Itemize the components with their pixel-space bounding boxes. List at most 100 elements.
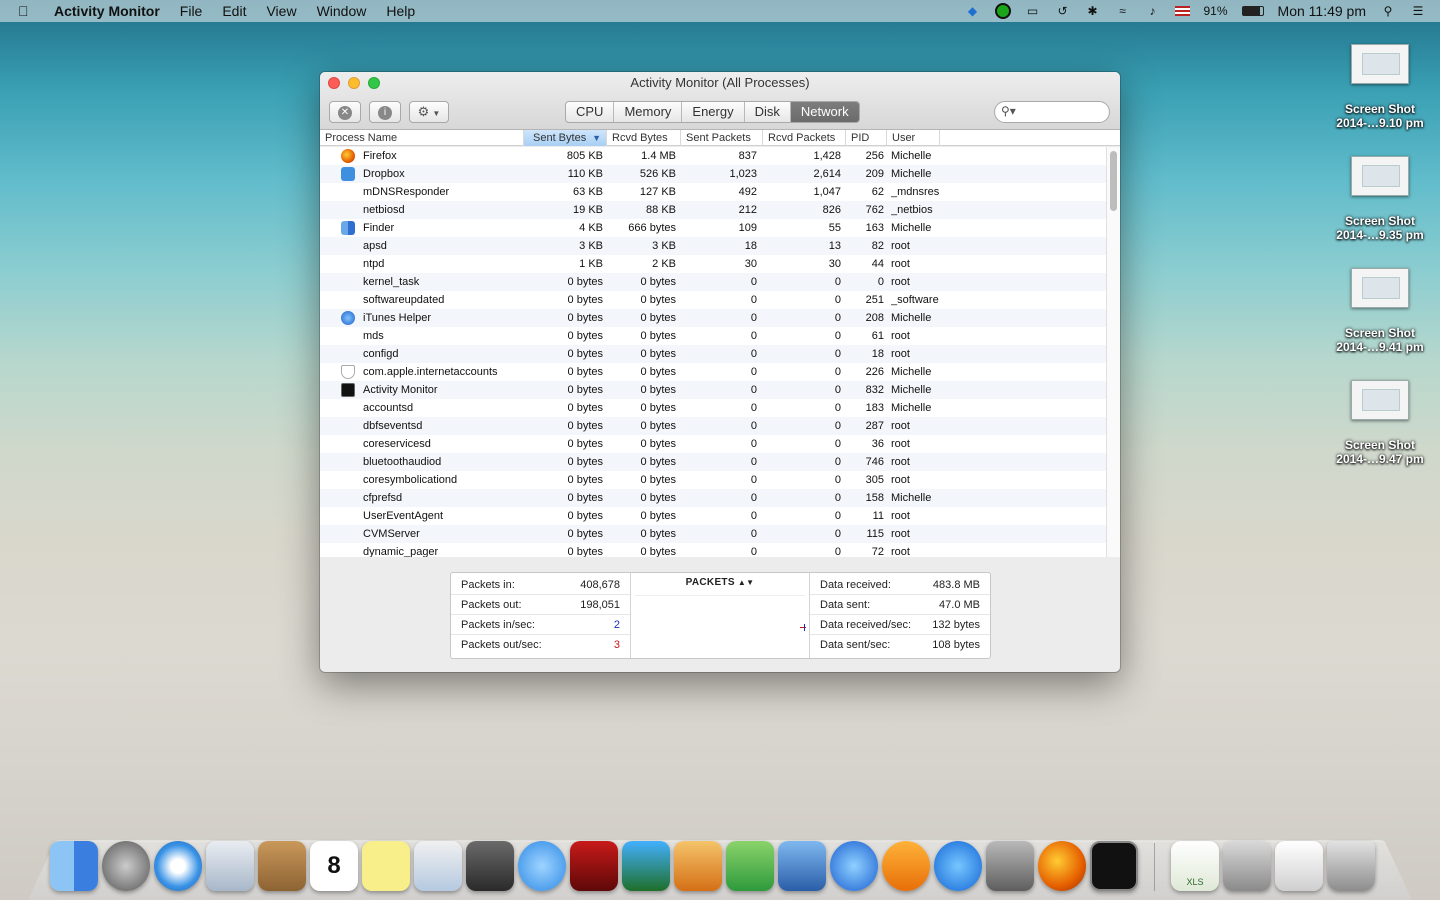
tab-cpu[interactable]: CPU xyxy=(566,102,615,122)
packets-graph[interactable]: PACKETS ▲▼ xyxy=(631,573,810,658)
menu-window[interactable]: Window xyxy=(317,3,367,19)
tab-memory[interactable]: Memory xyxy=(614,102,683,122)
battery-percent[interactable]: 91% xyxy=(1204,4,1228,18)
menu-help[interactable]: Help xyxy=(386,3,415,19)
table-row[interactable]: softwareupdated 0 bytes 0 bytes 0 0 251 _softw… xyxy=(320,291,1106,309)
tab-disk[interactable]: Disk xyxy=(745,102,791,122)
screenshot-thumbnail-icon xyxy=(1351,380,1409,420)
cell-sent-bytes: 0 bytes xyxy=(567,276,603,288)
battery-icon[interactable] xyxy=(1241,6,1264,16)
desktop-screenshot-4[interactable]: Screen Shot 2014-…9.47 pm xyxy=(1328,380,1432,466)
column-rcvd-packets[interactable]: Rcvd Packets xyxy=(763,130,846,146)
action-menu-button[interactable]: ⚙ ▼ xyxy=(409,101,449,123)
table-row[interactable]: bluetoothaudiod 0 bytes 0 bytes 0 0 746 root xyxy=(320,453,1106,471)
inspect-process-button[interactable]: i xyxy=(369,101,401,123)
dock-screenshots-stack-icon[interactable] xyxy=(1223,841,1271,891)
table-row[interactable]: cfprefsd 0 bytes 0 bytes 0 0 158 Michelle xyxy=(320,489,1106,507)
vertical-scrollbar[interactable] xyxy=(1106,147,1120,557)
table-row[interactable]: coresymbolicationd 0 bytes 0 bytes 0 0 305 roo… xyxy=(320,471,1106,489)
table-row[interactable]: Dropbox 110 KB 526 KB 1,023 2,614 209 Michelle xyxy=(320,165,1106,183)
tab-energy[interactable]: Energy xyxy=(682,102,745,122)
table-row[interactable]: mds 0 bytes 0 bytes 0 0 61 root xyxy=(320,327,1106,345)
volume-icon[interactable]: ♪ xyxy=(1145,4,1161,18)
table-row[interactable]: netbiosd 19 KB 88 KB 212 826 762 _netbios xyxy=(320,201,1106,219)
table-row[interactable]: mDNSResponder 63 KB 127 KB 492 1,047 62 _mdnsr… xyxy=(320,183,1106,201)
dock-ibooks-icon[interactable] xyxy=(882,841,930,891)
bluetooth-icon[interactable]: ✱ xyxy=(1085,4,1101,18)
table-row[interactable]: apsd 3 KB 3 KB 18 13 82 root xyxy=(320,237,1106,255)
dock-facetime-icon[interactable] xyxy=(466,841,514,891)
network-summary-panel: Packets in: 408,678 Packets out: 198,051… xyxy=(450,572,991,659)
column-user[interactable]: User xyxy=(887,130,940,146)
table-row[interactable]: dynamic_pager 0 bytes 0 bytes 0 0 72 root xyxy=(320,543,1106,557)
scrollbar-thumb[interactable] xyxy=(1110,151,1117,211)
graph-title[interactable]: PACKETS ▲▼ xyxy=(631,577,809,588)
column-pid[interactable]: PID xyxy=(846,130,887,146)
dock-numbers-icon[interactable] xyxy=(726,841,774,891)
table-row[interactable]: dbfseventsd 0 bytes 0 bytes 0 0 287 root xyxy=(320,417,1106,435)
desktop-screenshot-1[interactable]: Screen Shot 2014-…9.10 pm xyxy=(1328,44,1432,130)
search-field[interactable]: ⚲▾ xyxy=(994,101,1110,123)
airplay-icon[interactable]: ▭ xyxy=(1025,4,1041,18)
table-row[interactable]: Finder 4 KB 666 bytes 109 55 163 Michelle xyxy=(320,219,1106,237)
cell-rcvd-packets: 0 xyxy=(834,276,841,288)
dock-trash-icon[interactable] xyxy=(1327,841,1375,891)
table-row[interactable]: configd 0 bytes 0 bytes 0 0 18 root xyxy=(320,345,1106,363)
wifi-icon[interactable]: ≈ xyxy=(1115,4,1131,18)
menu-view[interactable]: View xyxy=(266,3,296,19)
dock-mail-icon[interactable] xyxy=(206,841,254,891)
cell-sent-packets: 0 xyxy=(750,438,757,450)
menubar-clock[interactable]: Mon 11:49 pm xyxy=(1278,3,1366,19)
dock-xls-file-icon[interactable]: XLS xyxy=(1171,841,1219,891)
desktop-screenshot-3[interactable]: Screen Shot 2014-…9.41 pm xyxy=(1328,268,1432,354)
column-rcvd-bytes[interactable]: Rcvd Bytes xyxy=(607,130,681,146)
dock-app-store-icon[interactable] xyxy=(934,841,982,891)
window-titlebar[interactable]: Activity Monitor (All Processes) ✕ i ⚙ ▼… xyxy=(320,72,1120,130)
table-row[interactable]: ntpd 1 KB 2 KB 30 30 44 root xyxy=(320,255,1106,273)
dropbox-tray-icon[interactable]: ◆ xyxy=(965,4,981,18)
dock-safari-icon[interactable] xyxy=(154,841,202,891)
column-sent-bytes[interactable]: Sent Bytes ▼ xyxy=(524,130,607,146)
dock-downloads-stack-icon[interactable] xyxy=(1275,841,1323,891)
table-row[interactable]: Activity Monitor 0 bytes 0 bytes 0 0 832 Miche… xyxy=(320,381,1106,399)
table-row[interactable]: kernel_task 0 bytes 0 bytes 0 0 0 root xyxy=(320,273,1106,291)
column-process-name[interactable]: Process Name xyxy=(320,130,524,146)
table-row[interactable]: coreservicesd 0 bytes 0 bytes 0 0 36 root xyxy=(320,435,1106,453)
dock-notes-icon[interactable] xyxy=(362,841,410,891)
notification-center-icon[interactable]: ☰ xyxy=(1410,4,1426,18)
dock-system-preferences-icon[interactable] xyxy=(986,841,1034,891)
table-row[interactable]: Firefox 805 KB 1.4 MB 837 1,428 256 Michelle xyxy=(320,147,1106,165)
time-machine-icon[interactable]: ↺ xyxy=(1055,4,1071,18)
dock-finder-icon[interactable] xyxy=(50,841,98,891)
dock-messages-icon[interactable] xyxy=(518,841,566,891)
table-row[interactable]: com.apple.internetaccounts 0 bytes 0 bytes… xyxy=(320,363,1106,381)
dock-itunes-icon[interactable] xyxy=(830,841,878,891)
graph-spike-icon xyxy=(800,624,806,631)
quit-process-button[interactable]: ✕ xyxy=(329,101,361,123)
column-sent-packets[interactable]: Sent Packets xyxy=(681,130,763,146)
dock-contacts-icon[interactable] xyxy=(258,841,306,891)
dock-iphoto-icon[interactable] xyxy=(622,841,670,891)
dock-launchpad-icon[interactable] xyxy=(102,841,150,891)
table-row[interactable]: accountsd 0 bytes 0 bytes 0 0 183 Michelle xyxy=(320,399,1106,417)
table-row[interactable]: iTunes Helper 0 bytes 0 bytes 0 0 208 Michelle xyxy=(320,309,1106,327)
dock-activity-monitor-icon[interactable] xyxy=(1090,841,1138,891)
dock-keynote-icon[interactable] xyxy=(778,841,826,891)
desktop-screenshot-2[interactable]: Screen Shot 2014-…9.35 pm xyxy=(1328,156,1432,242)
cell-sent-packets: 18 xyxy=(744,240,757,252)
tab-network[interactable]: Network xyxy=(790,102,859,122)
flag-us-icon[interactable] xyxy=(1174,6,1190,16)
dock-firefox-icon[interactable] xyxy=(1038,841,1086,891)
spotlight-icon[interactable]: ⚲ xyxy=(1380,4,1396,18)
dock-preview-icon[interactable] xyxy=(414,841,462,891)
table-row[interactable]: UserEventAgent 0 bytes 0 bytes 0 0 11 root xyxy=(320,507,1106,525)
dock-pages-icon[interactable] xyxy=(674,841,722,891)
menu-file[interactable]: File xyxy=(180,3,203,19)
menu-edit[interactable]: Edit xyxy=(222,3,246,19)
dock-calendar-icon[interactable]: 8 xyxy=(310,841,358,891)
apple-menu-icon[interactable]:  xyxy=(18,3,38,19)
menu-app-name[interactable]: Activity Monitor xyxy=(54,3,160,19)
status-green-icon[interactable] xyxy=(994,3,1011,19)
table-row[interactable]: CVMServer 0 bytes 0 bytes 0 0 115 root xyxy=(320,525,1106,543)
dock-photobooth-icon[interactable] xyxy=(570,841,618,891)
